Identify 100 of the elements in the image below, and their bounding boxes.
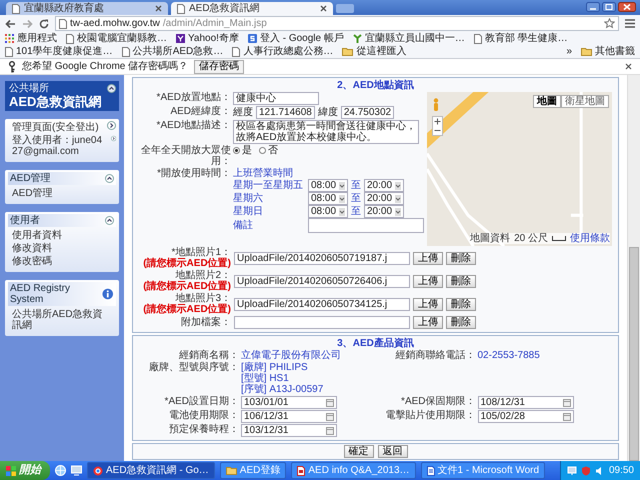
browser-tab[interactable]: 宜蘭縣政府教育處	[6, 2, 168, 15]
dropdown-icon[interactable]	[339, 194, 345, 202]
collapse-icon[interactable]	[105, 174, 114, 183]
zoom-control[interactable]	[432, 116, 443, 136]
calendar-icon[interactable]	[326, 398, 334, 407]
bookmark[interactable]: 應用程式	[5, 32, 57, 45]
date-field[interactable]: 106/12/31	[241, 410, 337, 424]
calendar-icon[interactable]	[326, 426, 334, 435]
text-field[interactable]: 121.714608	[256, 106, 315, 119]
date-field[interactable]: 103/12/31	[241, 424, 337, 438]
sidebar-link[interactable]: 使用者資料	[8, 229, 116, 242]
dropdown-icon[interactable]	[395, 208, 401, 216]
scrollbar-thumb[interactable]	[629, 246, 639, 461]
more-bookmarks-button[interactable]: »	[566, 45, 572, 58]
field-hint: (請您標示AED位置)	[143, 304, 231, 316]
taskbar-button[interactable]: AED急救資訊網 - Go…	[87, 462, 215, 479]
bookmark[interactable]: Yahoo!奇摩	[176, 32, 239, 45]
key-icon	[8, 60, 16, 72]
bookmark[interactable]: 公共場所AED急救…	[122, 45, 224, 58]
sidebar-link[interactable]: 管理頁面(安全登出)	[8, 121, 103, 134]
sidebar-link[interactable]: 修改資料	[8, 242, 116, 255]
form-button[interactable]: 確定	[344, 445, 374, 458]
desktop-icon[interactable]	[71, 465, 82, 476]
bookmark[interactable]: 從這裡匯入	[342, 45, 406, 58]
upload-button[interactable]: 上傳	[413, 298, 443, 311]
upload-button[interactable]: 上傳	[413, 316, 443, 330]
bookmark[interactable]: 登入 - Google 帳戶	[248, 32, 344, 45]
file-field[interactable]: UploadFile/20140206050719187.j	[234, 252, 410, 265]
star-icon[interactable]	[604, 18, 615, 29]
menu-icon[interactable]	[625, 19, 635, 28]
text-area[interactable]: 校區各處病患第一時間會送往健康中心，故將AED放置於本校健康中心。	[233, 120, 419, 144]
text-field[interactable]: 24.750302	[340, 106, 394, 119]
maximize-icon[interactable]	[602, 2, 616, 12]
close-icon[interactable]	[625, 63, 632, 70]
document-icon	[297, 466, 306, 476]
dropdown-icon[interactable]	[395, 182, 401, 190]
arrow-icon[interactable]	[107, 121, 116, 130]
radio-button[interactable]	[233, 147, 240, 154]
browser-tab[interactable]: AED急救資訊網	[171, 2, 333, 15]
sidebar-link[interactable]: 登入使用者：june0427@gmail.com	[8, 134, 109, 158]
save-password-button[interactable]: 儲存密碼	[194, 60, 244, 74]
bookmark[interactable]: 其他書籤	[581, 45, 635, 58]
time-field[interactable]: 08:00	[308, 205, 348, 218]
dropdown-icon[interactable]	[395, 194, 401, 202]
sidebar-link[interactable]: 修改密碼	[8, 255, 116, 268]
bookmark[interactable]: 人事行政總處公務…	[232, 45, 334, 58]
date-field[interactable]: 108/12/31	[478, 396, 574, 410]
file-field[interactable]	[234, 316, 410, 330]
minus-icon[interactable]	[434, 127, 441, 134]
form-button[interactable]: 返回	[378, 445, 408, 458]
file-field[interactable]: UploadFile/20140206050734125.j	[234, 298, 410, 311]
dropdown-icon[interactable]	[339, 182, 345, 190]
plus-icon[interactable]	[434, 118, 441, 125]
terms-link[interactable]: 使用條款	[570, 233, 610, 244]
arrow-icon[interactable]	[110, 134, 116, 143]
sidebar-link[interactable]: 公共場所AED急救資訊網	[8, 308, 116, 332]
field-label: AED經緯度：	[169, 106, 231, 117]
time-field[interactable]: 20:00	[364, 192, 404, 205]
calendar-icon[interactable]	[562, 412, 570, 421]
minimize-icon[interactable]	[586, 2, 600, 12]
text-field[interactable]: 健康中心	[233, 92, 319, 105]
reload-icon[interactable]	[39, 18, 49, 28]
calendar-icon[interactable]	[326, 412, 334, 421]
close-icon[interactable]	[155, 5, 162, 12]
bookmark[interactable]: 宜蘭縣立員山國中一…	[352, 32, 465, 45]
delete-button[interactable]: 刪除	[446, 274, 476, 288]
delete-button[interactable]: 刪除	[446, 316, 476, 330]
date-field[interactable]: 103/01/01	[241, 396, 337, 410]
field-label: *AED放置地點：	[156, 92, 231, 103]
info-icon[interactable]	[102, 288, 114, 300]
upload-button[interactable]: 上傳	[413, 252, 443, 265]
close-icon[interactable]	[320, 5, 327, 12]
date-field[interactable]: 105/02/28	[478, 410, 574, 424]
time-field[interactable]: 20:00	[364, 205, 404, 218]
scale-bar-icon	[552, 236, 566, 242]
time-field[interactable]: 08:00	[308, 192, 348, 205]
collapse-icon[interactable]	[105, 216, 114, 225]
scrollbar[interactable]	[627, 75, 640, 461]
time-field[interactable]: 08:00	[308, 179, 348, 192]
file-field[interactable]: UploadFile/20140206050726406.j	[234, 274, 410, 288]
back-icon[interactable]	[5, 18, 16, 28]
collapse-icon[interactable]	[107, 84, 116, 93]
bookmark[interactable]: 校園電腦宜蘭縣教…	[66, 32, 167, 45]
close-icon[interactable]	[618, 2, 636, 12]
dropdown-icon[interactable]	[339, 208, 345, 216]
map-type-button[interactable]: 衛星地圖	[561, 95, 609, 108]
time-field[interactable]: 20:00	[364, 179, 404, 192]
calendar-icon[interactable]	[562, 398, 570, 407]
radio-button[interactable]	[259, 147, 266, 154]
sidebar-link[interactable]: AED管理	[8, 187, 116, 200]
hours-link[interactable]: 上班營業時間	[233, 168, 424, 179]
bookmark[interactable]: 教育部 學生健康…	[474, 32, 568, 45]
upload-button[interactable]: 上傳	[413, 274, 443, 288]
bookmark[interactable]: 101學年度健康促進…	[5, 45, 113, 58]
folder-icon	[342, 47, 354, 56]
network-icon[interactable]	[566, 466, 577, 476]
delete-button[interactable]: 刪除	[446, 298, 476, 311]
delete-button[interactable]: 刪除	[446, 252, 476, 265]
address-field[interactable]: tw-aed.mohw.gov.tw /admin/Admin_Main.jsp	[55, 16, 619, 31]
map-type-button[interactable]: 地圖	[533, 95, 561, 108]
